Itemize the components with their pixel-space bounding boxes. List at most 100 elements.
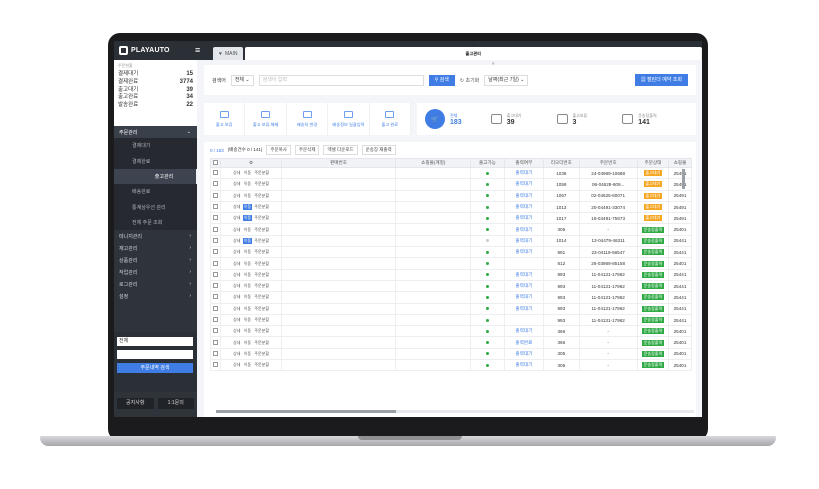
notice-button[interactable]: 공지사항 xyxy=(117,398,154,409)
table-row[interactable]: 상세 이동 주문분할 출력대기 1067 02-04625-60071 출고대기… xyxy=(209,189,692,202)
detail-button[interactable]: 상세 xyxy=(232,340,241,346)
status-count[interactable]: 🛒 전체 183 xyxy=(425,109,491,129)
row-checkbox-cell[interactable] xyxy=(209,268,222,281)
edit-button[interactable]: 이동 xyxy=(243,181,252,187)
sidebar-subitem[interactable]: 결제대기 xyxy=(114,138,197,154)
sidebar-group[interactable]: 테니지관리 › xyxy=(114,230,197,242)
order-number[interactable]: 06-04628-609... xyxy=(578,178,638,191)
detail-button[interactable]: 상세 xyxy=(232,261,241,267)
table-row[interactable]: 상세 이동 주문분할 출력대기 993 11-04131-17962 운송장출력… xyxy=(209,268,692,281)
print-status[interactable] xyxy=(503,313,545,327)
print-status[interactable]: 출력대기 xyxy=(503,212,545,225)
calendar-button[interactable]: ▦ 캘린더 예약 조회 xyxy=(634,74,688,86)
memo-button[interactable]: 주문분할 xyxy=(253,215,270,221)
table-row[interactable]: 상세 이동 주문분할 출력완료 366 - 운송장출력 25401 xyxy=(209,336,692,349)
print-status[interactable]: 출력대기 xyxy=(503,302,545,315)
edit-button[interactable]: 이동 xyxy=(243,294,252,300)
row-checkbox[interactable] xyxy=(213,170,219,176)
table-row[interactable]: 상세 이동 주문분할 출력대기 366 - 운송장출력 25401 xyxy=(209,325,692,338)
row-checkbox[interactable] xyxy=(213,260,219,266)
row-checkbox[interactable] xyxy=(213,350,219,356)
row-checkbox-cell[interactable] xyxy=(209,246,222,259)
row-checkbox-cell[interactable] xyxy=(209,234,222,248)
bulk-action-button[interactable]: 배송정보 일괄입력 xyxy=(328,103,370,135)
print-status[interactable] xyxy=(503,257,545,270)
date-range-select[interactable]: 날짜(최근 7일) ⌄ xyxy=(484,74,529,86)
table-row[interactable]: 상세 이동 주문분할 출력대기 993 11-04131-17962 운송장출력… xyxy=(209,302,692,315)
bulk-action-button[interactable]: 출고 보류 해제 xyxy=(245,103,287,135)
edit-button[interactable]: 이동 xyxy=(242,237,253,244)
row-checkbox[interactable] xyxy=(213,305,219,311)
sidebar-search-input[interactable] xyxy=(117,350,193,359)
edit-button[interactable]: 이동 xyxy=(243,170,252,176)
order-number[interactable]: 13-04479-46311 xyxy=(578,234,638,248)
table-row[interactable]: 상세 이동 주문분할 출력대기 306 - 운송장출력 25401 xyxy=(209,223,692,236)
row-checkbox[interactable] xyxy=(213,226,219,232)
print-status[interactable]: 출력대기 xyxy=(503,291,545,304)
reprint-button[interactable]: 운송장 재출력 xyxy=(361,145,396,155)
sidebar-search-select[interactable]: 전체 xyxy=(117,337,193,346)
edit-button[interactable]: 이동 xyxy=(243,272,252,278)
detail-button[interactable]: 상세 xyxy=(232,362,241,368)
table-row[interactable]: 상세 이동 주문분할 출력대기 991 23-04119-56547 운송장출력… xyxy=(209,246,692,259)
memo-button[interactable]: 주문분할 xyxy=(253,328,270,334)
row-checkbox[interactable] xyxy=(213,204,219,210)
table-row[interactable]: 상세 이동 주문분할 출력대기 305 - 운송장출력 25401 xyxy=(209,347,692,361)
edit-button[interactable]: 이동 xyxy=(243,249,252,255)
menu-icon[interactable]: ≡ xyxy=(195,45,200,55)
table-row[interactable]: 상세 이동 주문분할 993 11-04131-17962 운송장출력 2544… xyxy=(209,313,692,327)
row-checkbox-cell[interactable] xyxy=(209,166,222,180)
detail-button[interactable]: 상세 xyxy=(232,328,241,334)
bulk-action-button[interactable]: 배송처 변경 xyxy=(287,103,329,135)
excel-download-button[interactable]: 엑셀 다운로드 xyxy=(323,145,358,155)
order-number[interactable]: - xyxy=(578,347,638,361)
row-checkbox-cell[interactable] xyxy=(209,302,222,315)
row-checkbox[interactable] xyxy=(213,283,219,289)
order-number[interactable]: - xyxy=(578,336,638,349)
sidebar-group[interactable]: 로그관리 › xyxy=(114,278,197,290)
memo-button[interactable]: 주문분할 xyxy=(253,238,270,244)
table-row[interactable]: 상세 이동 주문분할 출력대기 1059 06-04628-609... 출고대… xyxy=(209,178,692,191)
print-status[interactable]: 출력대기 xyxy=(503,359,545,372)
order-number[interactable]: 11-04131-17962 xyxy=(578,313,638,327)
memo-button[interactable]: 주문분할 xyxy=(253,306,270,312)
row-checkbox-cell[interactable] xyxy=(209,257,222,270)
edit-button[interactable]: 이동 xyxy=(243,193,252,199)
detail-button[interactable]: 상세 xyxy=(232,181,241,187)
detail-button[interactable]: 상세 xyxy=(232,204,241,210)
memo-button[interactable]: 주문분할 xyxy=(253,272,270,278)
table-row[interactable]: 상세 이동 주문분할 출력대기 1013 20-04491-33074 출고대기… xyxy=(209,200,692,214)
row-checkbox-cell[interactable] xyxy=(209,347,222,361)
edit-button[interactable]: 이동 xyxy=(242,215,253,222)
row-checkbox[interactable] xyxy=(213,192,219,198)
edit-button[interactable]: 이동 xyxy=(242,204,253,211)
tab-shipping[interactable]: ○ 출고관리 × xyxy=(245,42,702,66)
memo-button[interactable]: 주문분할 xyxy=(253,193,270,199)
row-checkbox-cell[interactable] xyxy=(209,359,222,372)
row-checkbox[interactable] xyxy=(213,249,219,255)
order-number[interactable]: 18-04491-75673 xyxy=(578,212,638,225)
sidebar-subitem[interactable]: 결제완료 xyxy=(114,153,197,169)
stat-row[interactable]: 결제대기 15 xyxy=(118,71,193,79)
order-number[interactable]: 11-04131-17962 xyxy=(578,268,638,281)
tab-main[interactable]: ♥ MAIN xyxy=(213,47,244,60)
sidebar-subitem[interactable]: 전체 주문 조회 xyxy=(114,214,197,231)
bulk-action-button[interactable]: 출고 완료 xyxy=(370,103,412,135)
sidebar-group[interactable]: 설정 › xyxy=(114,290,197,302)
table-row[interactable]: 상세 이동 주문분할 출력대기 1017 18-04491-75673 출고대기… xyxy=(209,212,692,225)
detail-button[interactable]: 상세 xyxy=(232,249,241,255)
detail-button[interactable]: 상세 xyxy=(232,227,241,233)
edit-button[interactable]: 이동 xyxy=(243,317,252,323)
detail-button[interactable]: 상세 xyxy=(232,351,241,357)
order-number[interactable]: - xyxy=(578,359,638,372)
row-checkbox-cell[interactable] xyxy=(209,279,222,293)
row-checkbox[interactable] xyxy=(213,317,219,322)
copy-order-button[interactable]: 주문복사 xyxy=(266,145,291,155)
order-number[interactable]: 26-03969-85158 xyxy=(578,257,638,270)
inquiry-button[interactable]: 1:1문의 xyxy=(157,398,194,409)
detail-button[interactable]: 상세 xyxy=(232,215,241,221)
memo-button[interactable]: 주문분할 xyxy=(253,204,270,210)
edit-button[interactable]: 이동 xyxy=(243,328,252,334)
detail-button[interactable]: 상세 xyxy=(232,193,241,199)
row-checkbox-cell[interactable] xyxy=(209,212,222,225)
